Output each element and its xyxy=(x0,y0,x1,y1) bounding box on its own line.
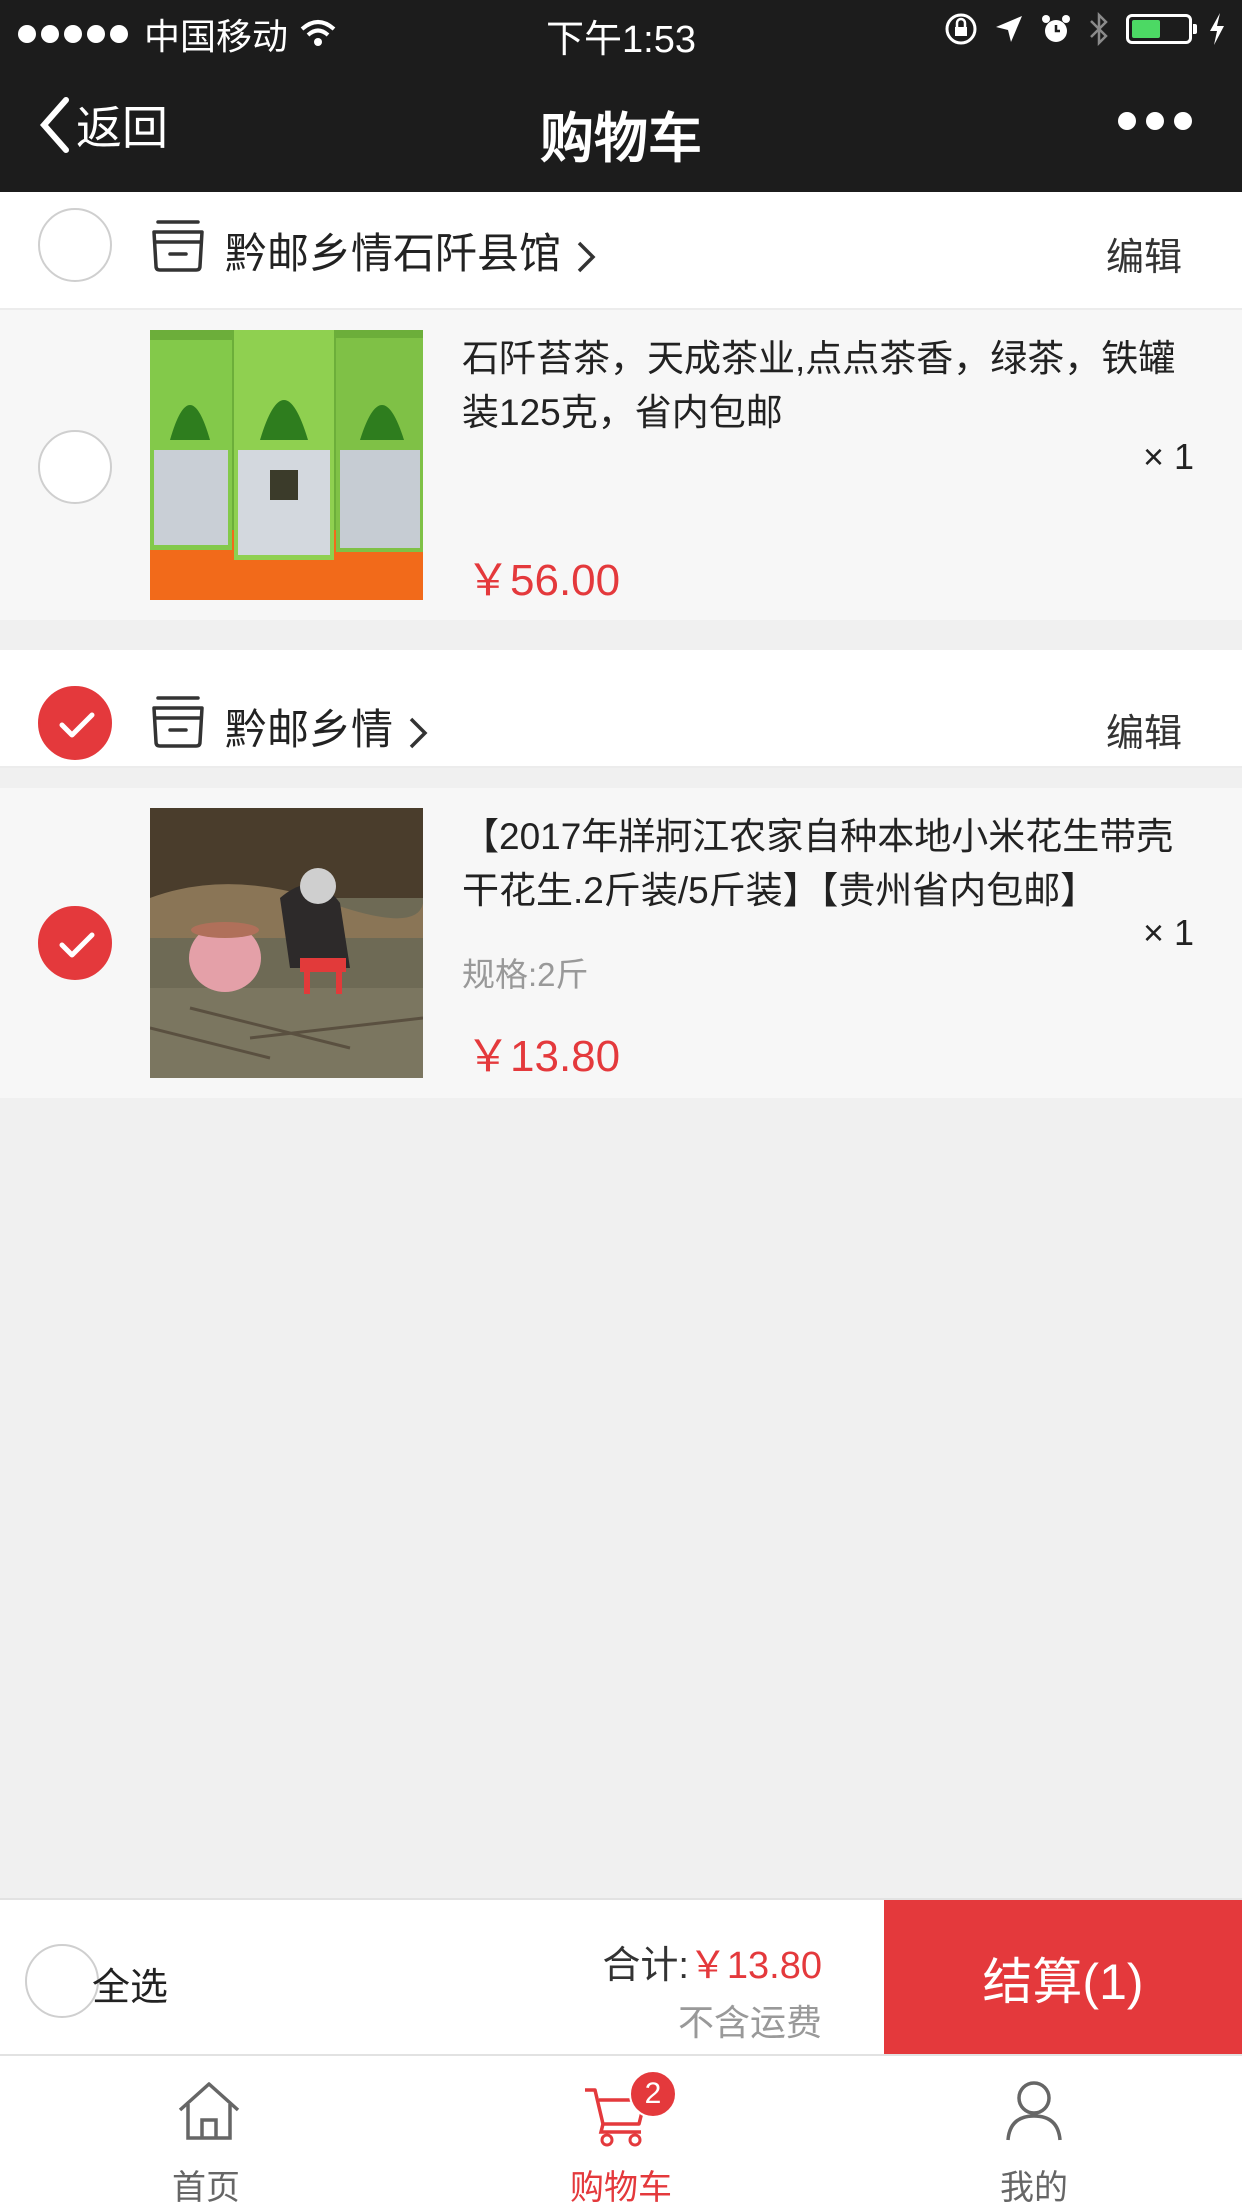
status-right xyxy=(944,12,1226,46)
chevron-right-icon xyxy=(577,241,596,273)
status-bar: 中国移动 下午1:53 xyxy=(0,0,1242,62)
shop-select-checkbox[interactable] xyxy=(38,208,112,282)
shop-name[interactable]: 黔邮乡情 xyxy=(225,696,429,757)
cart-item: 【2017年牂牁江农家自种本地小米花生带壳干花生.2斤装/5斤装】【贵州省内包邮… xyxy=(0,788,1242,1098)
bluetooth-icon xyxy=(1090,12,1108,46)
location-icon xyxy=(996,16,1022,42)
checkmark-icon xyxy=(59,712,95,738)
product-thumbnail-tea[interactable] xyxy=(150,330,423,600)
cart-badge: 2 xyxy=(629,2070,677,2118)
item-select-checkbox[interactable] xyxy=(38,430,112,504)
item-quantity: × 1 xyxy=(1142,436,1194,477)
item-quantity: × 1 xyxy=(1142,912,1194,953)
more-dot-icon xyxy=(1174,112,1192,130)
nav-bar: 返回 购物车 xyxy=(0,62,1242,192)
orientation-lock-icon xyxy=(945,13,977,45)
more-dot-icon xyxy=(1118,112,1136,130)
shop-icon xyxy=(152,696,204,748)
tab-home-label: 首页 xyxy=(172,2169,240,2207)
shop-header: 黔邮乡情 编辑 xyxy=(0,650,1242,768)
shop-header: 黔邮乡情石阡县馆 编辑 xyxy=(0,192,1242,310)
charging-icon xyxy=(1210,13,1224,45)
chevron-right-icon xyxy=(409,717,428,749)
shop-name-label: 黔邮乡情石阡县馆 xyxy=(225,230,562,277)
total-amount: ￥13.80 xyxy=(688,1945,822,1987)
battery-icon xyxy=(1126,14,1197,44)
top-bar: 中国移动 下午1:53 返回 购物车 xyxy=(0,0,1242,192)
tab-cart-label: 购物车 xyxy=(570,2169,672,2207)
select-all-label[interactable]: 全选 xyxy=(92,1956,168,2011)
cart-item: 石阡苔茶，天成茶业,点点茶香，绿茶，铁罐装125克，省内包邮 × 1 ￥56.0… xyxy=(0,310,1242,620)
product-thumbnail-peanut[interactable] xyxy=(150,808,423,1078)
tab-mine-label: 我的 xyxy=(1000,2169,1068,2207)
home-icon xyxy=(178,2082,240,2140)
checkout-bar: 全选 合计:￥13.80 不含运费 结算(1) xyxy=(0,1898,1242,2056)
total-label: 合计: xyxy=(602,1945,689,1987)
alarm-icon xyxy=(1042,15,1070,42)
shop-icon xyxy=(152,220,204,272)
item-price: ￥13.80 xyxy=(466,1032,621,1081)
item-price: ￥56.00 xyxy=(466,556,621,605)
shipping-note: 不含运费 xyxy=(677,2002,822,2043)
page-title: 购物车 xyxy=(540,109,702,169)
checkout-button[interactable]: 结算(1) xyxy=(884,1900,1242,2056)
total-summary: 合计:￥13.80 xyxy=(602,1934,822,1989)
item-spec: 规格:2斤 xyxy=(462,956,589,993)
user-icon xyxy=(1006,2081,1062,2141)
product-name[interactable]: 石阡苔茶，天成茶业,点点茶香，绿茶，铁罐装125克，省内包邮 xyxy=(462,332,1182,440)
select-all-checkbox[interactable] xyxy=(25,1944,99,2018)
more-button[interactable] xyxy=(1118,112,1192,130)
shop-name[interactable]: 黔邮乡情石阡县馆 xyxy=(225,220,597,281)
edit-button[interactable]: 编辑 xyxy=(1106,226,1182,281)
product-name[interactable]: 【2017年牂牁江农家自种本地小米花生带壳干花生.2斤装/5斤装】【贵州省内包邮… xyxy=(462,810,1182,918)
item-select-checkbox[interactable] xyxy=(38,906,112,980)
checkmark-icon xyxy=(59,932,95,958)
shop-select-checkbox[interactable] xyxy=(38,686,112,760)
shop-name-label: 黔邮乡情 xyxy=(225,706,394,753)
tab-bar: 首页 2 购物车 我的 xyxy=(0,2054,1242,2210)
more-dot-icon xyxy=(1146,112,1164,130)
edit-button[interactable]: 编辑 xyxy=(1106,702,1182,757)
